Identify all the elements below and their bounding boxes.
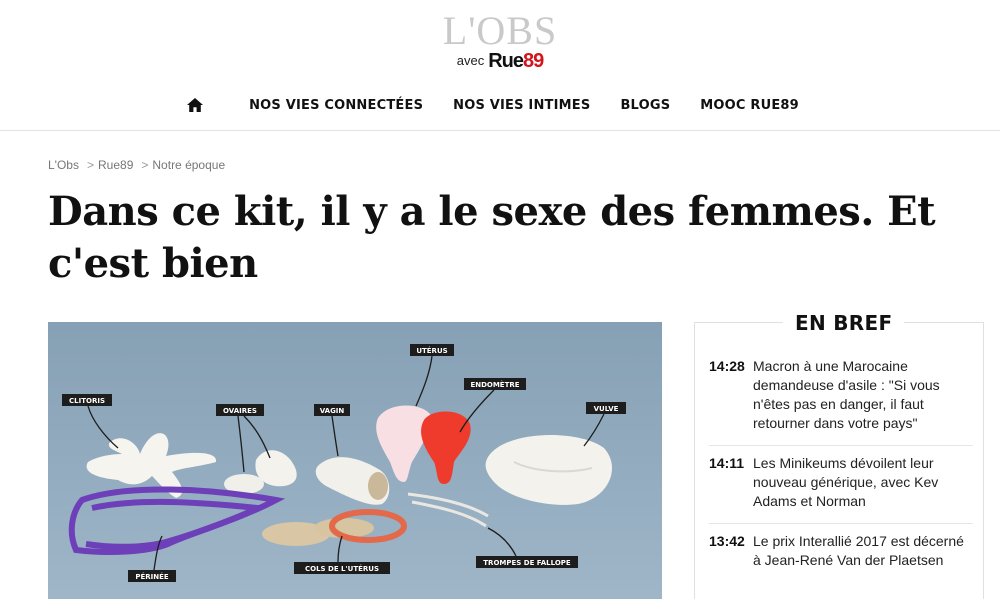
label-ovaires: OVAIRES	[223, 407, 257, 415]
nav-item-nos-vies-connectees[interactable]: NOS VIES CONNECTÉES	[249, 98, 423, 113]
breadcrumb-separator: >	[86, 158, 94, 172]
breadcrumb-rue89[interactable]: Rue89	[98, 158, 133, 172]
breadcrumb-notre-epoque[interactable]: Notre époque	[152, 158, 225, 172]
nav-item-mooc-rue89[interactable]: MOOC RUE89	[700, 98, 799, 113]
logo-rue89-row[interactable]: avec Rue89	[0, 50, 1000, 72]
logo-lobs[interactable]: L'OBS	[0, 8, 1000, 54]
label-vagin: VAGIN	[320, 407, 345, 415]
breadcrumb: L'Obs > Rue89 > Notre époque	[48, 158, 225, 172]
news-item[interactable]: 13:42 Le prix Interallié 2017 est décern…	[709, 524, 973, 582]
home-icon[interactable]	[186, 97, 204, 113]
news-time: 14:11	[709, 455, 745, 471]
article-hero-image: CLITORIS OVAIRES VAGIN UTÉRUS ENDOMÈTRE …	[48, 322, 662, 599]
news-item[interactable]: 14:11 Les Minikeums dévoilent leur nouve…	[709, 446, 973, 524]
label-trompes: TROMPES DE FALLOPE	[483, 559, 571, 567]
site-header: L'OBS avec Rue89 NOS VIES CONNECTÉES NOS …	[0, 0, 1000, 131]
news-headline[interactable]: Les Minikeums dévoilent leur nouveau gén…	[753, 454, 973, 511]
news-list: 14:28 Macron à une Marocaine demandeuse …	[709, 349, 973, 582]
label-uterus: UTÉRUS	[416, 346, 447, 355]
label-cols-uterus: COLS DE L'UTÉRUS	[305, 564, 379, 573]
label-clitoris: CLITORIS	[69, 397, 105, 405]
news-headline[interactable]: Macron à une Marocaine demandeuse d'asil…	[753, 357, 973, 433]
logo-avec-text: avec	[456, 53, 485, 68]
label-perinee: PÉRINÉE	[135, 572, 169, 581]
label-vulve: VULVE	[594, 405, 619, 413]
en-bref-panel: EN BREF 14:28 Macron à une Marocaine dem…	[694, 309, 984, 599]
breadcrumb-lobs[interactable]: L'Obs	[48, 158, 79, 172]
article-title: Dans ce kit, il y a le sexe des femmes. …	[48, 188, 936, 287]
logo-rue-text: Rue	[488, 50, 524, 72]
logo-rue89-number: 89	[523, 50, 544, 72]
nav-item-blogs[interactable]: BLOGS	[620, 98, 670, 113]
breadcrumb-separator: >	[141, 158, 149, 172]
nav-item-nos-vies-intimes[interactable]: NOS VIES INTIMES	[453, 98, 590, 113]
news-time: 13:42	[709, 533, 745, 549]
news-headline[interactable]: Le prix Interallié 2017 est décerné à Je…	[753, 532, 973, 570]
news-time: 14:28	[709, 358, 745, 374]
label-endometre: ENDOMÈTRE	[470, 380, 519, 389]
en-bref-title: EN BREF	[783, 309, 905, 337]
main-nav: NOS VIES CONNECTÉES NOS VIES INTIMES BLO…	[0, 93, 1000, 117]
news-item[interactable]: 14:28 Macron à une Marocaine demandeuse …	[709, 349, 973, 446]
